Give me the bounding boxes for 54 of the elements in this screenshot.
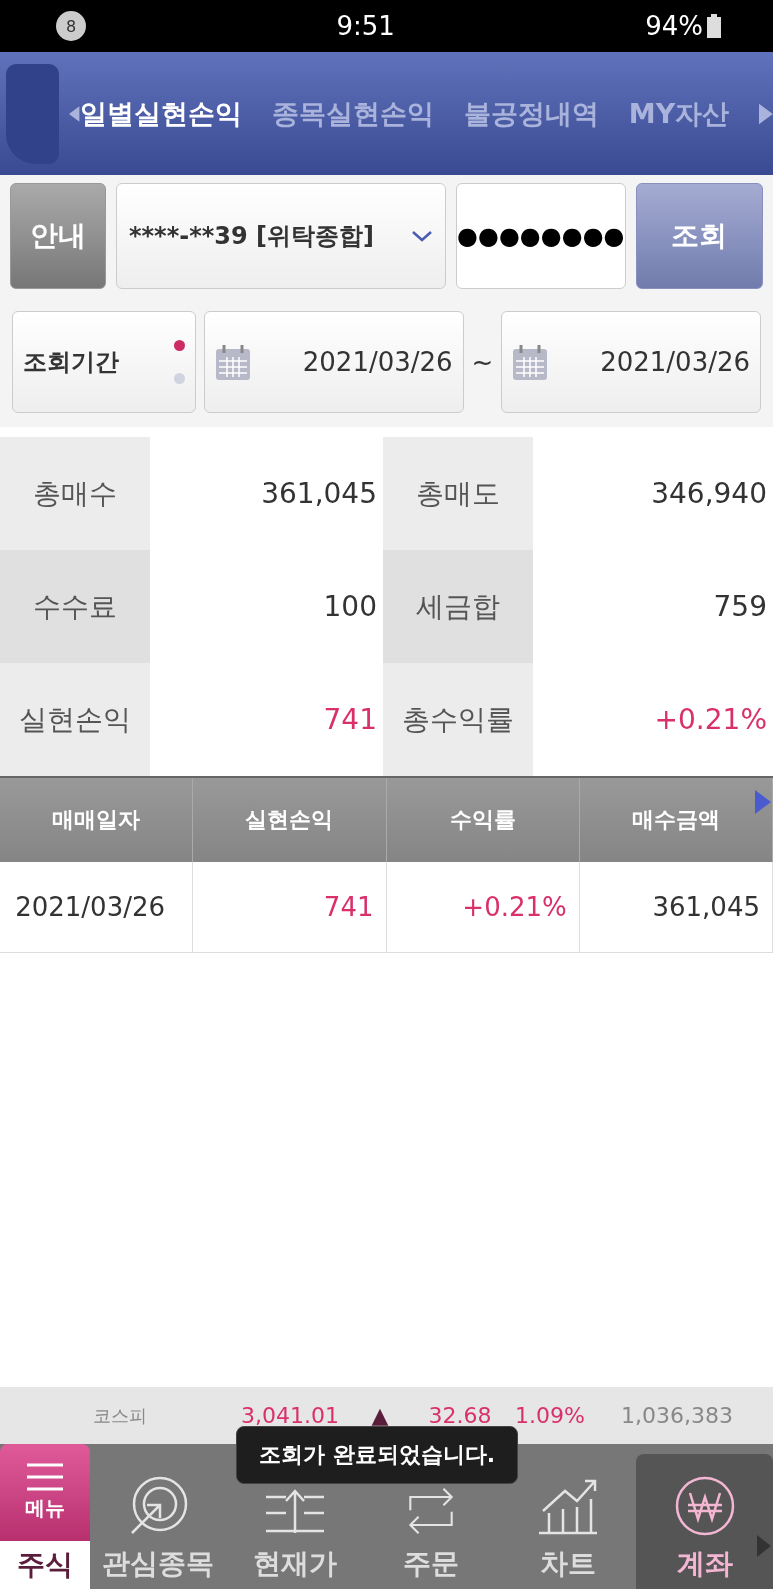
change-rate: 1.09% xyxy=(514,1403,586,1428)
index-name: 코스피 xyxy=(92,1403,148,1428)
calendar-icon xyxy=(512,343,549,381)
end-date-field[interactable]: 2021/03/26 xyxy=(501,311,761,413)
completion-toast: 조회가 완료되었습니다. xyxy=(236,1426,519,1484)
account-dropdown[interactable]: ****-**39 [위탁종합] xyxy=(116,183,446,289)
right-arrow-icon[interactable] xyxy=(755,790,771,814)
start-date-field[interactable]: 2021/03/26 xyxy=(204,311,464,413)
column-header[interactable]: 매매일자 xyxy=(0,778,194,862)
column-header[interactable]: 수익률 xyxy=(386,778,580,862)
table-cell: 2021/03/26 xyxy=(0,862,194,952)
battery-icon xyxy=(707,14,721,38)
chart-icon xyxy=(537,1477,600,1537)
index-change: 32.68 xyxy=(427,1403,493,1428)
clock: 9:51 xyxy=(336,11,395,41)
summary-label: 총매도 xyxy=(383,437,533,550)
table-cell: 361,045 xyxy=(579,862,773,952)
back-button[interactable] xyxy=(6,63,60,164)
page-dot[interactable] xyxy=(174,373,185,384)
summary-label: 총수익률 xyxy=(383,663,533,776)
period-label: 조회기간 xyxy=(23,347,119,378)
summary-label: 세금합 xyxy=(383,550,533,663)
column-header[interactable]: 실현손익 xyxy=(193,778,387,862)
battery-level: 94% xyxy=(645,11,703,41)
right-arrow-icon[interactable] xyxy=(759,101,773,126)
menu-icon xyxy=(27,1463,63,1491)
search-button[interactable]: 조회 xyxy=(635,183,763,289)
password-field[interactable]: ●●●●●●●● xyxy=(456,183,626,289)
nav-item[interactable]: 관심종목 xyxy=(90,1444,227,1589)
won-coin-icon xyxy=(673,1475,736,1537)
summary-label: 총매수 xyxy=(0,437,150,550)
left-arrow-icon[interactable] xyxy=(69,104,80,123)
calendar-icon xyxy=(215,343,251,381)
notification-badge: 8 xyxy=(56,11,86,41)
nav-item[interactable]: 계좌 xyxy=(636,1454,773,1589)
trade-volume: 1,036,383 xyxy=(620,1403,733,1428)
table-cell: +0.21% xyxy=(386,862,580,952)
swap-arrows-icon xyxy=(407,1485,456,1537)
chevron-down-icon xyxy=(411,230,433,242)
page-dot[interactable] xyxy=(174,340,185,351)
right-arrow-icon[interactable] xyxy=(757,1535,771,1557)
range-separator: ~ xyxy=(471,347,494,377)
tab[interactable]: 일별실현손익 xyxy=(79,95,242,132)
table-cell: 741 xyxy=(193,862,387,952)
change-arrow: ▲ xyxy=(370,1403,390,1428)
tab[interactable]: 불공정내역 xyxy=(463,95,599,132)
info-button[interactable]: 안내 xyxy=(10,183,106,289)
menu-button[interactable]: 메뉴 xyxy=(0,1444,90,1541)
index-value: 3,041.01 xyxy=(240,1403,340,1428)
summary-label: 실현손익 xyxy=(0,663,150,776)
tab[interactable]: 종목실현손익 xyxy=(271,95,434,132)
tab[interactable]: MY자산 xyxy=(628,95,730,132)
category-label[interactable]: 주식 xyxy=(0,1541,90,1589)
summary-label: 수수료 xyxy=(0,550,150,663)
